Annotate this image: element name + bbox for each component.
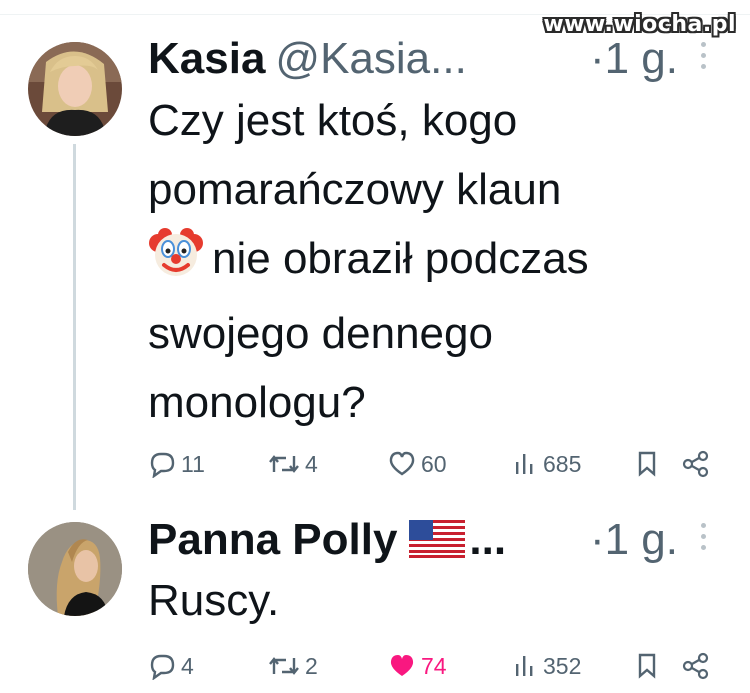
tweet-text-line-rest: nie obraził podczas [212,234,589,283]
clown-face-icon [148,227,204,299]
retweet-count: 4 [305,450,318,477]
tweet-text-line: pomarańczowy klaun [148,165,562,214]
display-name-truncation: ... [469,515,507,564]
like-count: 60 [421,450,447,477]
display-name[interactable]: Panna Polly [148,515,397,564]
share-icon [682,450,709,478]
username-handle[interactable]: @Kasia... [275,34,466,83]
heart-filled-icon [390,655,414,676]
reply-button[interactable]: 11 [147,448,205,480]
tweet-text: Ruscy. [148,566,708,635]
views-bar-chart-icon [516,656,533,676]
tweet-header: Panna Polly ... ·1 g. [148,515,708,571]
views-button[interactable]: 352 [513,650,581,682]
bookmark-button[interactable] [635,650,663,682]
tweet-text-line: Czy jest ktoś, kogo [148,96,518,145]
avatar[interactable] [28,42,122,136]
thread-line [73,144,76,510]
bookmark-button[interactable] [635,448,663,480]
views-count: 685 [543,450,582,477]
tweet-text: Czy jest ktoś, kogo pomarańczowy klaun n… [148,86,708,437]
more-options-icon[interactable] [700,523,708,556]
bookmark-icon [638,653,656,679]
timestamp[interactable]: ·1 g. [590,515,678,565]
bookmark-icon [638,451,656,477]
retweet-count: 2 [305,652,318,679]
reply-count: 4 [181,652,194,679]
tweet-actions: 11 4 60 685 [147,448,717,480]
like-button[interactable]: 60 [387,448,447,480]
more-options-icon[interactable] [700,42,708,75]
heart-icon [389,451,415,476]
reply-icon [150,452,175,478]
tweet-text-line: Ruscy. [148,576,280,625]
retweet-icon [269,657,299,675]
share-icon [682,652,709,680]
tweet-header: Kasia @Kasia... ·1 g. [148,34,708,90]
views-button[interactable]: 685 [513,448,581,480]
tweet-text-line: swojego dennego [148,309,493,358]
like-button[interactable]: 74 [387,650,447,682]
retweet-button[interactable]: 2 [267,650,318,682]
like-count: 74 [421,652,447,679]
avatar[interactable] [28,522,122,616]
tweet-actions: 4 2 74 352 [147,650,717,682]
views-count: 352 [543,652,582,679]
tweet-text-line: nie obraził podczas [148,224,708,299]
us-flag-icon [409,520,466,563]
reply-button[interactable]: 4 [147,650,194,682]
retweet-button[interactable]: 4 [267,448,318,480]
retweet-icon [269,455,299,473]
views-bar-chart-icon [516,454,533,474]
timestamp[interactable]: ·1 g. [590,34,678,84]
reply-icon [150,654,175,680]
tweet-text-line: monologu? [148,378,366,427]
display-name[interactable]: Kasia [148,34,265,83]
share-button[interactable] [681,650,715,682]
reply-count: 11 [181,450,205,477]
share-button[interactable] [681,448,715,480]
